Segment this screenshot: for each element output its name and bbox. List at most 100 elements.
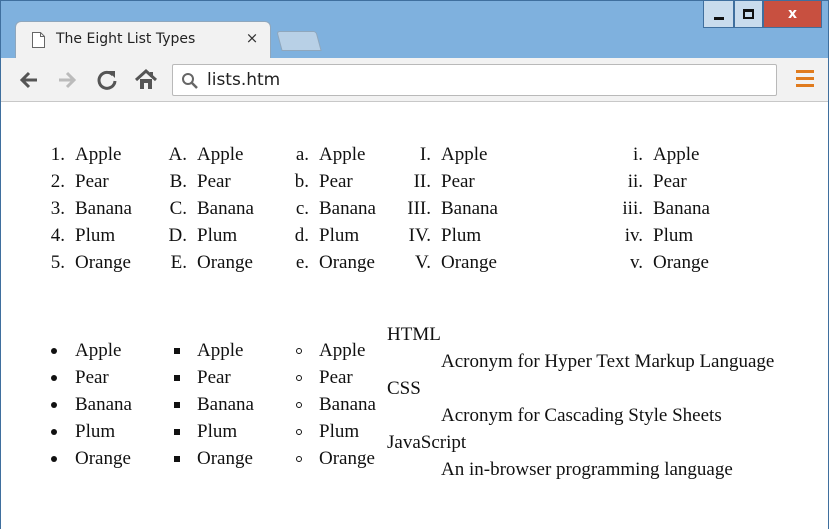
- definition-term: CSS: [387, 378, 421, 399]
- list-item-text: Banana: [197, 394, 254, 415]
- list-item-text: Apple: [319, 144, 366, 165]
- circle-bullet-icon: [296, 456, 302, 462]
- list-item-text: Plum: [319, 421, 360, 442]
- tab-close-icon[interactable]: ×: [244, 29, 260, 49]
- circle-bullet-icon: [296, 375, 302, 381]
- list-marker: d.: [294, 225, 309, 246]
- list-item-text: Banana: [653, 198, 710, 219]
- disc-bullet-icon: [51, 375, 57, 381]
- list-marker: ii.: [627, 171, 643, 192]
- list-item-text: Orange: [319, 252, 375, 273]
- list-marker: E.: [170, 252, 187, 273]
- list-marker: V.: [414, 252, 431, 273]
- list-marker: v.: [629, 252, 643, 273]
- minimize-button[interactable]: [703, 1, 734, 28]
- minimize-icon: [713, 16, 724, 20]
- list-item-text: Apple: [75, 144, 122, 165]
- definition-description: Acronym for Hyper Text Markup Language: [441, 351, 775, 372]
- list-marker: 4.: [50, 225, 65, 246]
- list-marker: 5.: [50, 252, 65, 273]
- list-item-text: Pear: [197, 171, 231, 192]
- list-marker: C.: [169, 198, 187, 219]
- list-marker: III.: [407, 198, 431, 219]
- list-item-text: Apple: [75, 340, 122, 361]
- list-item-text: Orange: [653, 252, 709, 273]
- list-item-text: Pear: [319, 367, 353, 388]
- definition-term: HTML: [387, 324, 441, 345]
- circle-bullet-icon: [296, 402, 302, 408]
- list-marker: 2.: [50, 171, 65, 192]
- back-arrow-icon[interactable]: [15, 66, 43, 94]
- list-marker: b.: [294, 171, 309, 192]
- list-item-text: Orange: [197, 252, 253, 273]
- list-item-text: Apple: [197, 144, 244, 165]
- address-text: lists.htm: [207, 70, 281, 90]
- disc-bullet-icon: [51, 456, 57, 462]
- list-item-text: Banana: [441, 198, 498, 219]
- square-bullet-icon: [174, 375, 180, 381]
- list-item-text: Apple: [319, 340, 366, 361]
- home-icon[interactable]: [132, 66, 160, 94]
- close-window-button[interactable]: x: [763, 1, 822, 28]
- window-controls: x: [703, 1, 822, 28]
- list-item-text: Orange: [319, 448, 375, 469]
- list-marker: D.: [168, 225, 187, 246]
- browser-window: The Eight List Types × x lists.htm 1. Ap…: [0, 0, 829, 529]
- definition-term: JavaScript: [387, 432, 467, 453]
- list-marker: I.: [419, 144, 431, 165]
- maximize-button[interactable]: [734, 1, 763, 28]
- list-marker: c.: [295, 198, 309, 219]
- new-tab-button[interactable]: [276, 31, 322, 51]
- list-item-text: Pear: [441, 171, 475, 192]
- square-bullet-icon: [174, 456, 180, 462]
- list-item-text: Banana: [319, 394, 376, 415]
- list-item-text: Apple: [441, 144, 488, 165]
- square-bullet-icon: [174, 348, 180, 354]
- search-icon: [182, 73, 198, 89]
- definition-description: Acronym for Cascading Style Sheets: [441, 405, 722, 426]
- list-marker: II.: [413, 171, 431, 192]
- list-item-text: Orange: [75, 252, 131, 273]
- page-content: 1. Apple 2. Pear 3. Banana 4. Plum 5. Orange …: [1, 102, 828, 529]
- reload-icon[interactable]: [93, 66, 121, 94]
- list-marker: e.: [295, 252, 309, 273]
- tab-title: The Eight List Types: [56, 31, 196, 47]
- list-marker: i.: [632, 144, 643, 165]
- list-marker: IV.: [408, 225, 431, 246]
- list-item-text: Plum: [653, 225, 694, 246]
- list-marker: a.: [295, 144, 309, 165]
- list-marker: 3.: [50, 198, 65, 219]
- list-item-text: Plum: [75, 421, 116, 442]
- list-item-text: Orange: [75, 448, 131, 469]
- maximize-icon: [743, 9, 754, 19]
- list-item-text: Pear: [319, 171, 353, 192]
- page-icon: [32, 32, 45, 48]
- disc-bullet-icon: [51, 402, 57, 408]
- menu-icon[interactable]: [796, 70, 814, 88]
- list-marker: iv.: [624, 225, 643, 246]
- list-item-text: Plum: [197, 421, 238, 442]
- disc-bullet-icon: [51, 348, 57, 354]
- list-item-text: Plum: [75, 225, 116, 246]
- list-item-text: Apple: [653, 144, 700, 165]
- list-item-text: Banana: [75, 394, 132, 415]
- definition-list: HTML Acronym for Hyper Text Markup Langu…: [387, 321, 774, 483]
- list-item-text: Plum: [197, 225, 238, 246]
- circle-bullet-icon: [296, 429, 302, 435]
- list-item-text: Pear: [75, 171, 109, 192]
- disc-bullet-icon: [51, 429, 57, 435]
- list-marker: 1.: [50, 144, 65, 165]
- square-bullet-icon: [174, 402, 180, 408]
- list-item-text: Pear: [75, 367, 109, 388]
- list-item-text: Orange: [441, 252, 497, 273]
- list-item-text: Plum: [319, 225, 360, 246]
- circle-bullet-icon: [296, 348, 302, 354]
- list-item-text: Banana: [197, 198, 254, 219]
- address-bar[interactable]: lists.htm: [172, 64, 777, 96]
- list-item-text: Banana: [75, 198, 132, 219]
- title-bar: The Eight List Types × x: [1, 1, 828, 58]
- list-item-text: Plum: [441, 225, 482, 246]
- tab-active[interactable]: The Eight List Types ×: [15, 21, 271, 58]
- forward-arrow-icon[interactable]: [53, 66, 81, 94]
- definition-description: An in-browser programming language: [441, 459, 733, 480]
